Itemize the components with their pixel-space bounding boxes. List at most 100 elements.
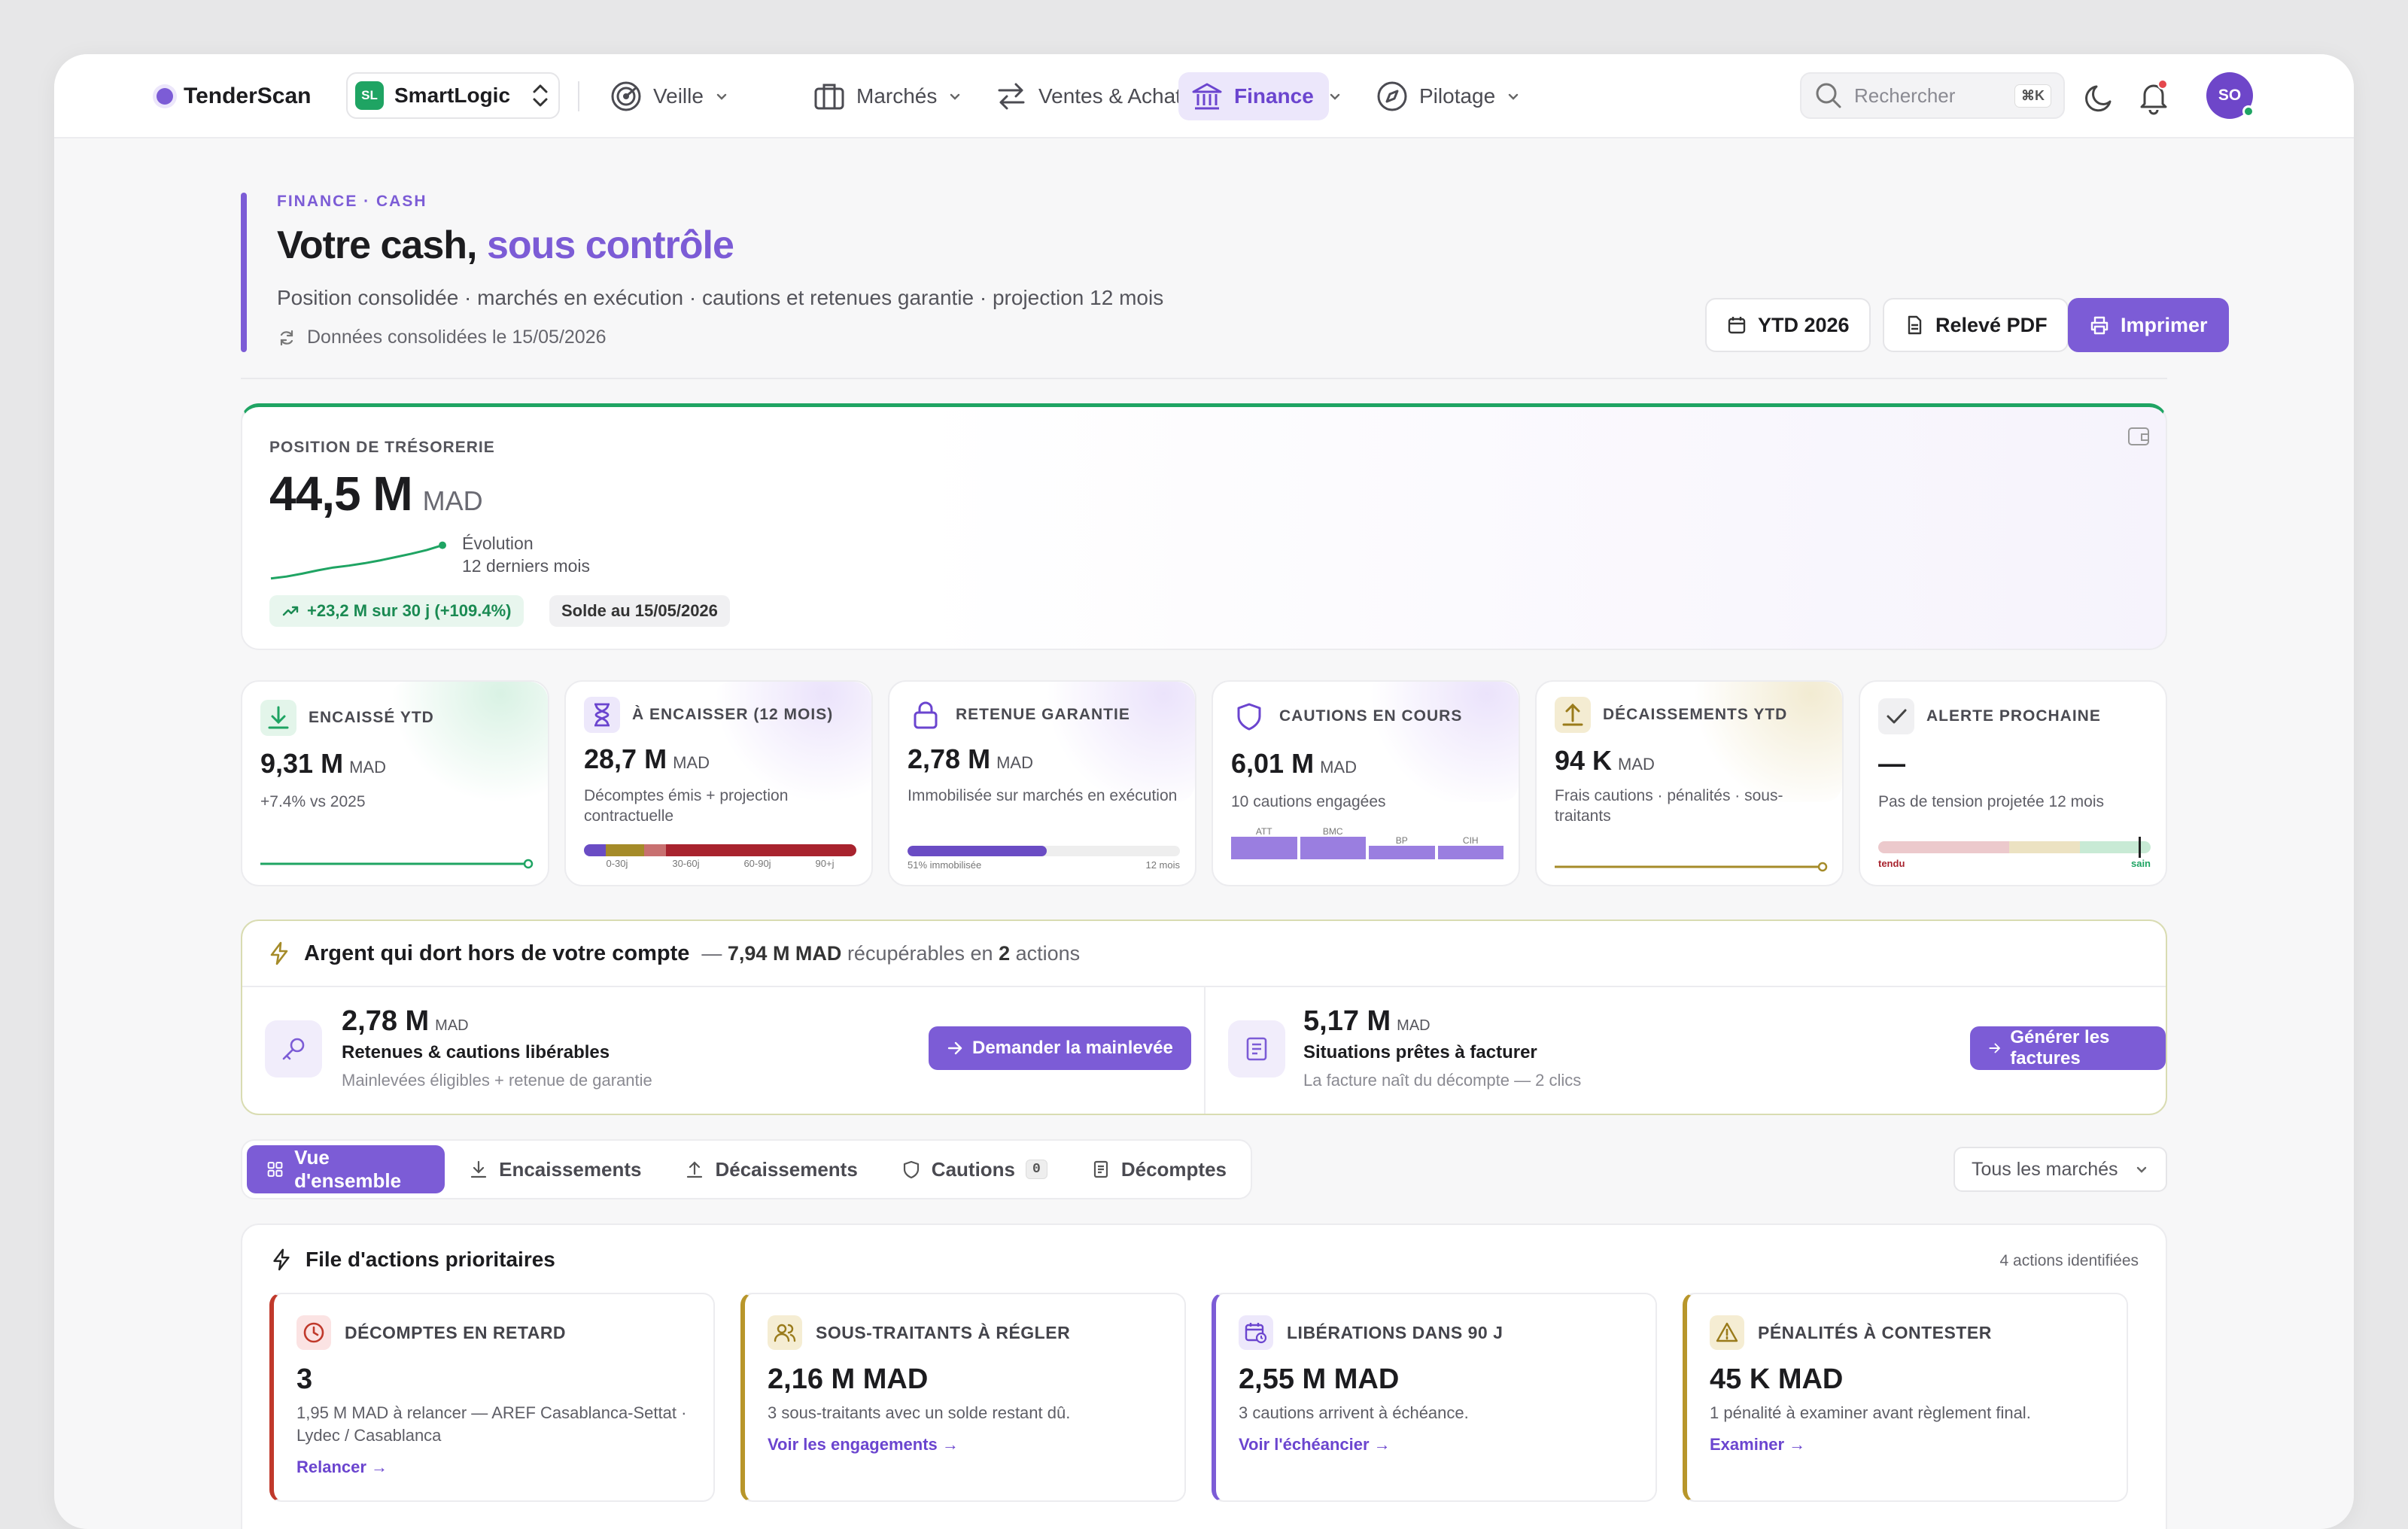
card-link[interactable]: Voir les engagements → [768,1435,1162,1455]
dormant-meta: La facture naît du décompte — 2 clics [1303,1071,1582,1090]
tab-decomptes[interactable]: Décomptes [1072,1145,1246,1193]
page-header: FINANCE · CASH Votre cash, sous contrôle… [241,193,2229,352]
kpi-label: À ENCAISSER (12 MOIS) [632,706,834,723]
summary-count: 2 [999,941,1011,965]
section-tabs: Vue d'ensemble Encaissements Décaissemen… [241,1139,1252,1199]
period-button[interactable]: YTD 2026 [1705,298,1871,352]
card-title: DÉCOMPTES EN RETARD [345,1322,567,1342]
kpi-unit: MAD [1320,758,1357,777]
aging-label: 60-90j [743,858,771,869]
user-avatar[interactable]: SO [2206,72,2254,119]
receipt-icon [1093,1160,1108,1178]
card-desc: 1 pénalité à examiner avant règlement fi… [1710,1403,2031,1422]
nav-finance[interactable]: Finance [1178,72,1329,120]
treasury-value-line: 44,5 M MAD [269,466,483,521]
kpi-encaisse[interactable]: ENCAISSÉ YTD 9,31 M MAD +7.4% vs 2025 [241,680,549,886]
priority-actions-panel: File d'actions prioritaires 4 actions id… [241,1224,2167,1529]
print-button[interactable]: Imprimer [2068,298,2229,352]
bell-icon [2140,79,2168,115]
dormant-label: Retenues & cautions libérables [342,1042,610,1062]
card-header: LIBÉRATIONS DANS 90 J [1239,1315,1633,1350]
dormant-title: Argent qui dort hors de votre compte [304,941,690,965]
sparkline-path [270,544,443,580]
tab-overview[interactable]: Vue d'ensemble [247,1145,445,1193]
header-divider [241,378,2167,379]
dormant-item-retenues: 2,78 M MAD Retenues & cautions libérables… [342,1005,652,1090]
arrows-exchange-icon [998,83,1025,110]
pdf-button[interactable]: Relevé PDF [1883,298,2069,352]
bank-label: BP [1395,835,1408,846]
kpi-unit: MAD [996,753,1033,772]
tab-decaissements[interactable]: Décaissements [665,1145,877,1193]
scale-zone-mid [2008,841,2080,853]
summary-amount: 7,94 M MAD [727,941,842,965]
dormant-unit: MAD [435,1017,469,1034]
priority-card-decomptes-retard[interactable]: DÉCOMPTES EN RETARD 3 1,95 M MAD à relan… [269,1293,715,1502]
search-shortcut: ⌘K [2014,84,2051,108]
online-status-dot [2242,105,2254,117]
kpi-alerte[interactable]: ALERTE PROCHAINE — Pas de tension projet… [1859,680,2167,886]
card-value: 3 [296,1363,313,1395]
evolution-title: Évolution [462,533,534,553]
kpi-value-line: 28,7 M MAD [584,743,710,775]
tab-encaissements[interactable]: Encaissements [449,1145,661,1193]
card-header: PÉNALITÉS À CONTESTER [1710,1315,2104,1350]
tab-cautions[interactable]: Cautions 0 [882,1145,1067,1193]
tab-decomptes-label: Décomptes [1120,1157,1227,1181]
users-icon [768,1315,802,1350]
delta-badge: +23,2 M sur 30 j (+109.4%) [269,595,524,627]
workspace-switcher[interactable]: SL SmartLogic [346,72,560,119]
retention-label-left: 51% immobilisée [908,859,982,871]
chevron-down-icon[interactable] [1327,89,1342,104]
brand-logo[interactable]: TenderScan [157,78,312,114]
card-link[interactable]: Voir l'échéancier → [1239,1435,1633,1455]
card-value: 45 K MAD [1710,1363,1844,1395]
aging-segment [665,844,856,856]
search-box[interactable]: Rechercher ⌘K [1800,72,2065,119]
tension-marker [2139,837,2141,858]
nav-marches[interactable]: Marchés [801,72,974,120]
treasury-label: POSITION DE TRÉSORERIE [269,439,495,456]
card-link[interactable]: Examiner → [1710,1435,2104,1455]
nav-veille[interactable]: Veille [597,72,741,120]
priority-card-sous-traitants[interactable]: SOUS-TRAITANTS À RÉGLER 2,16 M MAD 3 sou… [740,1293,1186,1502]
card-desc: 3 cautions arrivent à échéance. [1239,1403,1469,1422]
moon-icon[interactable] [2081,80,2118,116]
shield-icon [1231,698,1267,734]
arrow-right-icon [947,1041,962,1055]
bank-icon [1192,83,1222,110]
kpi-header: À ENCAISSER (12 MOIS) [584,697,833,733]
balance-text: Solde au 15/05/2026 [561,601,718,620]
grid-icon [267,1162,283,1177]
generate-invoices-button[interactable]: Générer les factures [1970,1026,2166,1070]
nav-pilotage-label: Pilotage [1419,84,1496,108]
market-filter-select[interactable]: Tous les marchés [1953,1147,2167,1192]
kpi-value: 9,31 M [260,748,344,779]
request-release-button[interactable]: Demander la mainlevée [929,1026,1191,1070]
download-icon [471,1160,487,1178]
kpi-header: ENCAISSÉ YTD [260,700,434,736]
tab-cautions-count: 0 [1026,1160,1047,1179]
aging-label: 0-30j [606,858,628,869]
title-accent: sous contrôle [486,223,734,267]
briefcase-icon [814,84,844,110]
kpi-cautions[interactable]: CAUTIONS EN COURS 6,01 M MAD 10 cautions … [1212,680,1520,886]
kpi-a-encaisser[interactable]: À ENCAISSER (12 MOIS) 28,7 M MAD Décompte… [564,680,873,886]
bank-bar: BP [1369,835,1435,859]
kpi-decaissements[interactable]: DÉCAISSEMENTS YTD 94 K MAD Frais cautions… [1535,680,1844,886]
key-icon [265,1020,322,1078]
card-value: 2,55 M MAD [1239,1363,1400,1395]
request-release-label: Demander la mainlevée [972,1038,1173,1058]
check-icon [1878,698,1914,734]
priority-card-penalites[interactable]: PÉNALITÉS À CONTESTER 45 K MAD 1 pénalit… [1683,1293,2128,1502]
kpi-retenue-garantie[interactable]: RETENUE GARANTIE 2,78 M MAD Immobilisée s… [888,680,1196,886]
kpi-header: CAUTIONS EN COURS [1231,698,1462,734]
chevron-updown-icon [533,84,548,107]
summary-suffix: actions [1010,941,1081,965]
card-link[interactable]: Relancer → [296,1458,691,1477]
notifications-button[interactable] [2136,78,2172,116]
priority-card-liberations[interactable]: LIBÉRATIONS DANS 90 J 2,55 M MAD 3 cauti… [1212,1293,1657,1502]
kpi-trend-line [1555,862,1828,872]
nav-pilotage[interactable]: Pilotage [1364,72,1533,120]
retention-bar [908,846,1180,856]
